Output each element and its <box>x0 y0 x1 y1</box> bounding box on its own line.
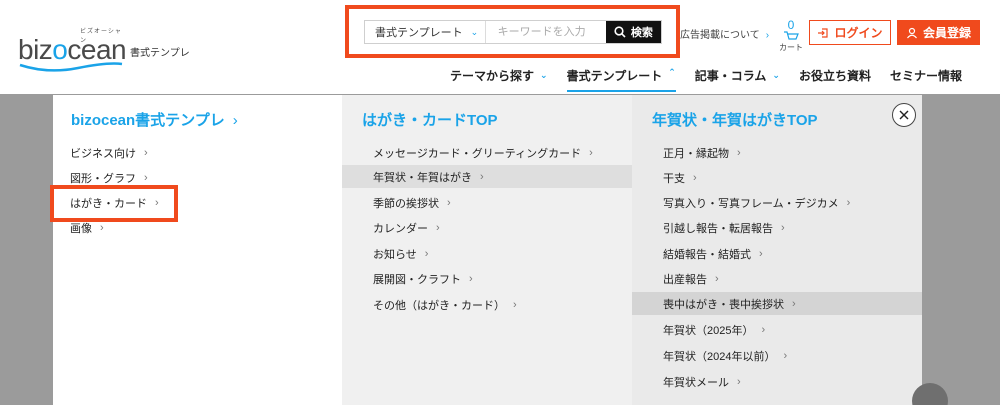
close-icon <box>899 110 909 120</box>
chevron-right-icon: › <box>737 146 741 159</box>
cart-button[interactable]: 0 カート <box>778 18 804 52</box>
chevron-right-icon: › <box>232 112 238 129</box>
menu-item-mourning[interactable]: 喪中はがき・喪中挨拶状 › <box>632 292 922 315</box>
chevron-right-icon: › <box>100 221 104 234</box>
chevron-right-icon: › <box>436 221 440 234</box>
nav-articles[interactable]: 記事・コラム ⌄ <box>695 66 780 84</box>
login-button[interactable]: ログイン <box>809 20 891 45</box>
menu-item-seasonal-greeting[interactable]: 季節の挨拶状 › <box>342 191 632 214</box>
column-2-title[interactable]: はがき・カードTOP <box>362 109 498 130</box>
chevron-right-icon: › <box>144 146 148 159</box>
menu-item-other-cards[interactable]: その他（はがき・カード） › <box>342 293 632 316</box>
menu-item-moving-notice[interactable]: 引越し報告・転居報告 › <box>632 216 922 239</box>
selected-item-highlight-box <box>50 185 178 222</box>
scroll-to-top-button[interactable] <box>912 383 948 405</box>
menu-item-business[interactable]: ビジネス向け › <box>70 141 148 164</box>
site-header: ビズオーシャン bizocean 書式テンプレ 書式テンプレート⌄ 検索 広告掲… <box>0 0 1000 94</box>
register-button[interactable]: 会員登録 <box>897 20 980 45</box>
mega-menu-column-2: はがき・カードTOP メッセージカード・グリーティングカード › 年賀状・年賀はが… <box>342 95 632 405</box>
column-1-title[interactable]: bizocean書式テンプレ › <box>71 109 238 130</box>
chevron-right-icon: › <box>781 221 785 234</box>
chevron-up-icon: ⌃ <box>668 67 676 77</box>
login-icon <box>818 27 829 38</box>
menu-item-wedding[interactable]: 結婚報告・結婚式 › <box>632 242 922 265</box>
menu-item-nengajo-mail[interactable]: 年賀状メール › <box>632 370 922 393</box>
chevron-right-icon: › <box>792 297 796 310</box>
menu-item-calendar[interactable]: カレンダー › <box>342 216 632 239</box>
menu-item-nengajo-2025[interactable]: 年賀状（2025年） › <box>632 318 922 341</box>
close-menu-button[interactable] <box>892 103 916 127</box>
main-nav: テーマから探す ⌄ 書式テンプレート ⌃ 記事・コラム ⌄ お役立ち資料 セミナー情報 <box>450 66 962 92</box>
chevron-right-icon: › <box>144 171 148 184</box>
menu-item-notice[interactable]: お知らせ › <box>342 242 632 265</box>
nav-templates[interactable]: 書式テンプレート ⌃ <box>566 66 676 92</box>
search-highlight-box <box>345 5 680 58</box>
nav-theme[interactable]: テーマから探す ⌄ <box>450 66 548 84</box>
chevron-right-icon: › <box>846 196 851 209</box>
menu-item-craft[interactable]: 展開図・クラフト › <box>342 267 632 290</box>
chevron-down-icon: ⌄ <box>772 69 780 80</box>
cart-icon <box>784 31 799 40</box>
chevron-right-icon: › <box>589 146 593 159</box>
logo-wave-icon <box>19 62 123 72</box>
chevron-right-icon: › <box>765 30 770 41</box>
chevron-right-icon: › <box>693 171 697 184</box>
menu-item-nengajo[interactable]: 年賀状・年賀はがき › <box>342 165 632 188</box>
chevron-right-icon: › <box>761 323 766 336</box>
nav-resources[interactable]: お役立ち資料 <box>799 66 871 84</box>
chevron-right-icon: › <box>447 196 451 209</box>
logo-subtitle: 書式テンプレ <box>130 48 190 59</box>
menu-item-birth[interactable]: 出産報告 › <box>632 267 922 290</box>
chevron-right-icon: › <box>424 247 429 260</box>
chevron-right-icon: › <box>783 349 788 362</box>
cart-label: カート <box>779 43 803 52</box>
chevron-right-icon: › <box>513 298 517 311</box>
chevron-down-icon: ⌄ <box>540 69 548 80</box>
column-3-title[interactable]: 年賀状・年賀はがきTOP <box>652 109 818 130</box>
ad-info-link[interactable]: 広告掲載について › <box>680 26 769 41</box>
bizocean-logo[interactable]: ビズオーシャン bizocean <box>18 29 128 72</box>
chevron-right-icon: › <box>737 375 741 388</box>
menu-item-nengajo-2024-earlier[interactable]: 年賀状（2024年以前） › <box>632 344 922 367</box>
chevron-right-icon: › <box>480 170 484 183</box>
user-icon <box>907 27 917 38</box>
menu-item-eto[interactable]: 干支 › <box>632 166 922 189</box>
menu-item-message-card[interactable]: メッセージカード・グリーティングカード › <box>342 141 632 164</box>
chevron-right-icon: › <box>759 247 763 260</box>
menu-item-new-year-lucky[interactable]: 正月・縁起物 › <box>632 141 922 164</box>
mega-menu-column-1: bizocean書式テンプレ › ビジネス向け › 図形・グラフ › はがき・カード ›… <box>53 95 342 405</box>
chevron-right-icon: › <box>715 272 719 285</box>
chevron-right-icon: › <box>469 272 473 285</box>
mega-menu-column-3: 年賀状・年賀はがきTOP 正月・縁起物 › 干支 › 写真入り・写真フレーム・デジカ… <box>632 95 922 405</box>
menu-item-photo-frame[interactable]: 写真入り・写真フレーム・デジカメ › <box>632 191 922 214</box>
nav-seminars[interactable]: セミナー情報 <box>890 66 962 84</box>
cart-count: 0 <box>787 18 795 32</box>
